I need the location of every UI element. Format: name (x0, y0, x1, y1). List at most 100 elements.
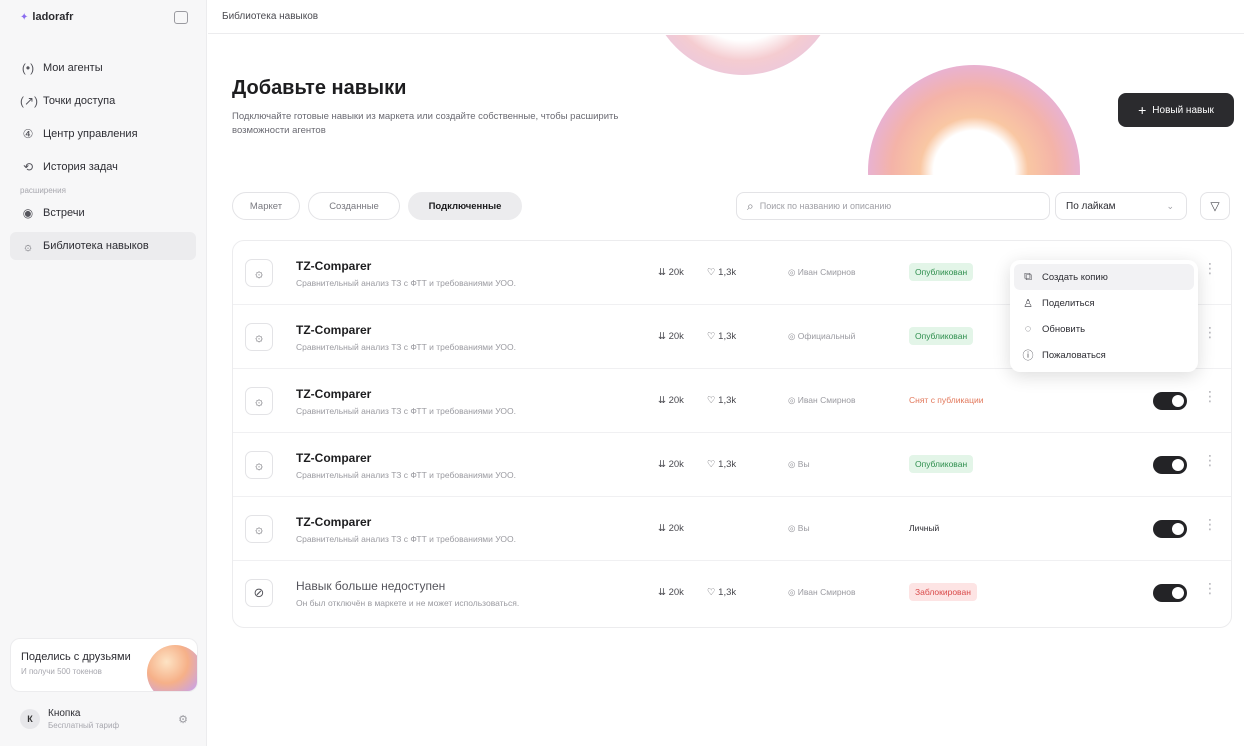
status-badge: Опубликован (909, 455, 974, 473)
more-options-icon[interactable]: ⋮ (1203, 517, 1217, 531)
sidebar-item[interactable]: ④ Центр управления (10, 120, 196, 148)
skill-icon: ۞ (245, 515, 273, 543)
sidebar-item-label: Встречи (43, 207, 85, 219)
menu-item-label: Поделиться (1042, 297, 1095, 309)
status-badge: Личный (909, 523, 940, 533)
download-icon: ⇊ (658, 395, 669, 406)
menu-item[interactable]: ◌ Обновить (1014, 316, 1194, 342)
breadcrumb: Библиотека навыков (208, 0, 1244, 34)
sidebar-item[interactable]: (•) Мои агенты (10, 54, 196, 82)
skill-author-value: Вы (797, 459, 810, 469)
skill-description: Он был отключён в маркете и не может исп… (296, 598, 520, 608)
more-options-icon[interactable]: ⋮ (1203, 581, 1217, 595)
new-skill-button[interactable]: + Новый навык (1118, 93, 1234, 127)
table-row[interactable]: ۞ TZ-Comparer Сравнительный анализ ТЗ с ФТ… (233, 369, 1231, 433)
enable-toggle[interactable] (1153, 584, 1187, 602)
tab-market[interactable]: Маркет (232, 192, 300, 220)
table-row[interactable]: ⊘ Навык больше недоступен Он был отключён … (233, 561, 1231, 625)
user-plan: Бесплатный тариф (48, 721, 120, 730)
sidebar-item[interactable]: ۞ Библиотека навыков (10, 232, 196, 260)
user-profile[interactable]: К Кнопка Бесплатный тариф ⚙ (10, 700, 198, 738)
skill-name: Навык больше недоступен (296, 579, 446, 593)
like-count: ♡ 1,3k (707, 459, 736, 470)
report-icon: ⓘ (1022, 350, 1034, 362)
logo-icon: ✦ (20, 11, 29, 23)
sidebar-item-label: История задач (43, 161, 118, 173)
status-badge: Опубликован (909, 263, 974, 281)
skill-icon: ۞ (245, 259, 273, 287)
download-icon: ⇊ (658, 459, 669, 470)
more-options-icon[interactable]: ⋮ (1203, 325, 1217, 339)
skill-name: TZ-Comparer (296, 387, 372, 401)
sidebar-item[interactable]: (↗) Точки доступа (10, 87, 196, 115)
download-count: ⇊ 20k (658, 267, 684, 278)
download-count: ⇊ 20k (658, 459, 684, 470)
sidebar: ✦ ladorafr (•) Мои агенты (↗) Точки доступа… (0, 0, 207, 746)
like-count-value: 1,3k (718, 331, 737, 342)
filter-button[interactable]: ▽ (1200, 192, 1230, 220)
sort-select[interactable]: По лайкам ⌄ (1055, 192, 1187, 220)
share-card[interactable]: Поделись с друзьями И получи 500 токенов (10, 638, 198, 692)
download-count-value: 20k (668, 395, 684, 406)
sidebar-item[interactable]: ◉ Встречи (10, 199, 196, 227)
meetings-icon: ◉ (22, 206, 34, 220)
download-count-value: 20k (668, 523, 684, 534)
download-count: ⇊ 20k (658, 523, 684, 534)
table-row[interactable]: ۞ TZ-Comparer Сравнительный анализ ТЗ с ФТ… (233, 497, 1231, 561)
enable-toggle[interactable] (1153, 392, 1187, 410)
collapse-sidebar-icon[interactable] (174, 10, 188, 24)
like-count: ♡ 1,3k (707, 395, 736, 406)
menu-item[interactable]: ⧉ Создать копию (1014, 264, 1194, 290)
download-icon: ⇊ (658, 587, 669, 598)
skill-icon: ۞ (245, 323, 273, 351)
sidebar-item-label: Библиотека навыков (43, 240, 149, 252)
skill-author-value: Иван Смирнов (797, 267, 856, 277)
download-count: ⇊ 20k (658, 331, 684, 342)
enable-toggle[interactable] (1153, 520, 1187, 538)
table-row[interactable]: ۞ TZ-Comparer Сравнительный анализ ТЗ с ФТ… (233, 433, 1231, 497)
hero-banner: Добавьте навыки Подключайте готовые навы… (208, 35, 1244, 175)
skill-description: Сравнительный анализ ТЗ с ФТТ и требован… (296, 534, 516, 544)
download-count: ⇊ 20k (658, 395, 684, 406)
app-logo[interactable]: ✦ ladorafr (20, 11, 73, 23)
skill-description: Сравнительный анализ ТЗ с ФТТ и требован… (296, 278, 516, 288)
user-icon: ◎ (788, 523, 798, 533)
tab-connected[interactable]: Подключенные (408, 192, 522, 220)
heart-icon: ♡ (707, 459, 719, 470)
more-options-icon[interactable]: ⋮ (1203, 389, 1217, 403)
heart-icon: ♡ (707, 331, 719, 342)
like-count-value: 1,3k (718, 587, 737, 598)
skill-author: ◎ Иван Смирнов (788, 395, 856, 406)
search-icon: ⌕ (747, 198, 754, 213)
filters-bar: Маркет Созданные Подключенные ⌕ Поиск по… (232, 192, 1230, 222)
tab-created[interactable]: Созданные (308, 192, 400, 220)
like-count: ♡ 1,3k (707, 587, 736, 598)
search-input[interactable]: ⌕ Поиск по названию и описанию (736, 192, 1050, 220)
user-icon: ◎ (788, 587, 798, 597)
decorative-arc (868, 65, 1080, 175)
avatar: К (20, 709, 40, 729)
chevron-down-icon: ⌄ (1166, 200, 1174, 211)
user-icon: ◎ (788, 395, 798, 405)
more-options-icon[interactable]: ⋮ (1203, 453, 1217, 467)
share-orb-image (147, 645, 197, 691)
like-count-value: 1,3k (718, 459, 737, 470)
menu-item[interactable]: ⓘ Пожаловаться (1014, 342, 1194, 368)
skill-author: ◎ Иван Смирнов (788, 267, 856, 278)
settings-icon[interactable]: ⚙ (178, 713, 188, 726)
menu-item[interactable]: ♙ Поделиться (1014, 290, 1194, 316)
skill-author: ◎ Иван Смирнов (788, 587, 856, 598)
skill-description: Сравнительный анализ ТЗ с ФТТ и требован… (296, 470, 516, 480)
refresh-icon: ◌ (1024, 323, 1032, 335)
sidebar-item[interactable]: ⟲ История задач (10, 153, 196, 181)
skill-name: TZ-Comparer (296, 323, 372, 337)
enable-toggle[interactable] (1153, 456, 1187, 474)
like-count-value: 1,3k (718, 395, 737, 406)
skill-author: ◎ Вы (788, 459, 810, 470)
skill-description: Сравнительный анализ ТЗ с ФТТ и требован… (296, 406, 516, 416)
copy-icon: ⧉ (1024, 270, 1032, 283)
download-count: ⇊ 20k (658, 587, 684, 598)
skill-description: Сравнительный анализ ТЗ с ФТТ и требован… (296, 342, 516, 352)
sidebar-item-label: Мои агенты (43, 62, 103, 74)
more-options-icon[interactable]: ⋮ (1203, 261, 1217, 275)
